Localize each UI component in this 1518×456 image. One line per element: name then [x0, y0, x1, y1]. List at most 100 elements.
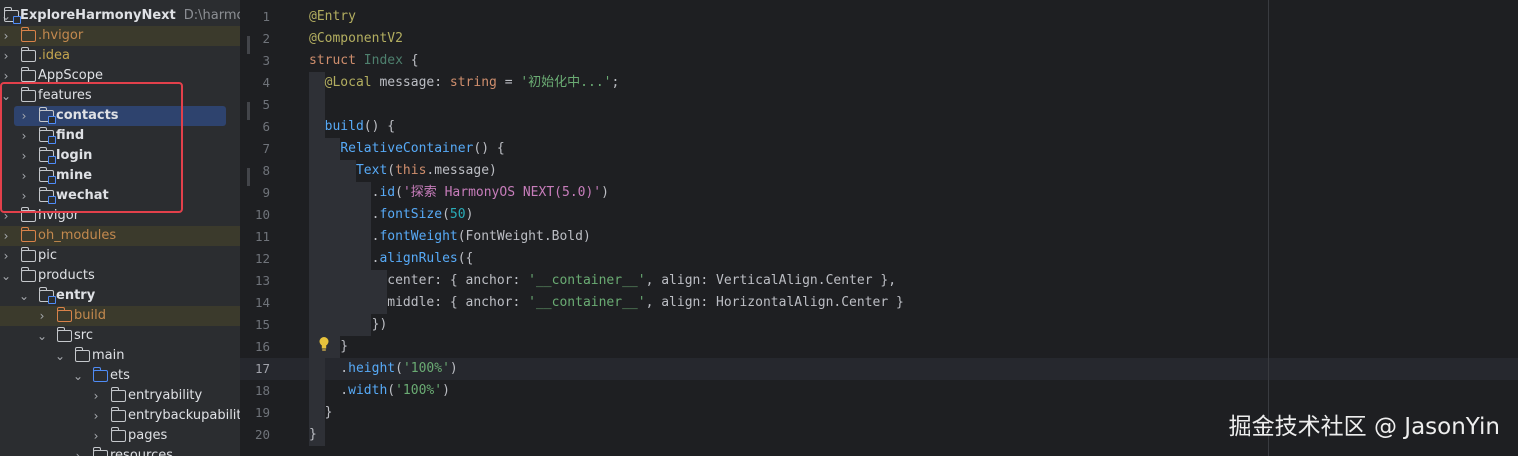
line-number: 19: [254, 405, 270, 420]
line-number: 15: [254, 317, 270, 332]
tree-item-build[interactable]: › build: [0, 306, 240, 326]
code-line[interactable]: @Local message: string = '初始化中...';: [309, 72, 620, 94]
code-token: () {: [473, 141, 505, 156]
chevron-right-icon[interactable]: ›: [0, 246, 12, 266]
code-line[interactable]: struct Index {: [309, 50, 419, 72]
folder-icon: [92, 367, 108, 382]
tree-item-oh-modules[interactable]: › oh_modules: [0, 226, 240, 246]
code-token: this: [395, 163, 427, 178]
folder-icon: [110, 387, 126, 402]
code-token: () {: [363, 119, 396, 134]
project-tree[interactable]: ⌄ ExploreHarmonyNext D:\harmonyO › .hvigor…: [0, 0, 240, 456]
chevron-right-icon[interactable]: ›: [36, 306, 48, 326]
code-line[interactable]: .height('100%'): [309, 358, 457, 380]
tree-item-entryability[interactable]: › entryability: [0, 386, 240, 406]
code-token: '__container__': [528, 295, 646, 310]
line-number: 14: [254, 295, 270, 310]
code-line[interactable]: Text(this.message): [309, 160, 497, 182]
code-token: '100%': [402, 361, 450, 376]
lightbulb-icon[interactable]: [318, 336, 330, 352]
tree-item-src[interactable]: ⌄ src: [0, 326, 240, 346]
code-token: .: [309, 251, 380, 266]
code-token: (: [387, 383, 396, 398]
watermark: 掘金技术社区 @ JasonYin: [1228, 414, 1500, 440]
code-token: Text: [355, 163, 388, 178]
tree-item-resources[interactable]: › resources: [0, 446, 240, 456]
tree-item-pages[interactable]: › pages: [0, 426, 240, 446]
code-line[interactable]: build() {: [309, 116, 395, 138]
code-line[interactable]: }: [309, 424, 317, 446]
line-number: 2: [262, 31, 270, 46]
tree-item-label: resources: [110, 448, 174, 456]
line-number: 7: [262, 141, 270, 156]
line-number: 6: [262, 119, 270, 134]
code-token: @ComponentV2: [309, 31, 403, 46]
line-number: 10: [254, 207, 270, 222]
project-path: D:\harmonyO: [183, 8, 240, 23]
folder-icon: [56, 327, 72, 342]
code-token: '探索 HarmonyOS NEXT(5.0)': [402, 185, 602, 200]
code-line[interactable]: .alignRules({: [309, 248, 474, 270]
line-number: 13: [254, 273, 270, 288]
code-line[interactable]: middle: { anchor: '__container__', align…: [309, 292, 904, 314]
tree-item-idea[interactable]: › .idea: [0, 46, 240, 66]
code-line[interactable]: .fontSize(50): [309, 204, 474, 226]
code-token: center: { anchor:: [309, 273, 529, 288]
line-number: 4: [262, 75, 270, 90]
code-token: string: [449, 75, 497, 90]
tree-item-products[interactable]: ⌄ products: [0, 266, 240, 286]
code-line[interactable]: @Entry: [309, 6, 356, 28]
chevron-right-icon[interactable]: ›: [0, 26, 12, 46]
chevron-right-icon[interactable]: ›: [0, 46, 12, 66]
project-root[interactable]: ⌄ ExploreHarmonyNextD:\harmonyO: [0, 6, 240, 26]
chevron-right-icon[interactable]: ›: [72, 446, 84, 456]
chevron-right-icon[interactable]: ›: [0, 226, 12, 246]
tree-item-entry[interactable]: ⌄ entry: [0, 286, 240, 306]
chevron-down-icon[interactable]: ⌄: [0, 266, 12, 286]
code-line[interactable]: }): [309, 314, 388, 336]
chevron-down-icon[interactable]: ⌄: [18, 286, 30, 306]
code-token: =: [496, 75, 521, 90]
code-token: @Entry: [309, 9, 356, 24]
code-token: '100%': [395, 383, 443, 398]
code-token: .: [309, 229, 380, 244]
tree-item-pic[interactable]: › pic: [0, 246, 240, 266]
code-line[interactable]: .fontWeight(FontWeight.Bold): [309, 226, 591, 248]
chevron-down-icon[interactable]: ⌄: [36, 326, 48, 346]
code-token: height: [348, 361, 396, 376]
code-token: ): [601, 185, 609, 200]
code-token: .: [309, 383, 349, 398]
tree-item-entrybackupability[interactable]: › entrybackupability: [0, 406, 240, 426]
chevron-right-icon[interactable]: ›: [90, 406, 102, 426]
folder-icon: [56, 307, 72, 322]
code-line[interactable]: }: [309, 402, 333, 424]
code-line[interactable]: @ComponentV2: [309, 28, 403, 50]
folder-icon: [74, 347, 90, 362]
code-line[interactable]: .id('探索 HarmonyOS NEXT(5.0)'): [309, 182, 609, 204]
chevron-down-icon[interactable]: ⌄: [72, 366, 84, 386]
chevron-right-icon[interactable]: ›: [90, 386, 102, 406]
code-token: (FontWeight.Bold): [457, 229, 591, 244]
tree-item-ets[interactable]: ⌄ ets: [0, 366, 240, 386]
fold-marker[interactable]: [247, 36, 250, 54]
chevron-down-icon[interactable]: ⌄: [54, 346, 66, 366]
tree-item-label: .idea: [38, 48, 70, 63]
code-editor[interactable]: 1 2 3 4 5 6 7 8 9 10 11 12 13 14 15 16 17 18 19 20 @Entry @C…: [240, 0, 1518, 456]
line-number: 16: [254, 339, 270, 354]
code-line[interactable]: center: { anchor: '__container__', align…: [309, 270, 896, 292]
chevron-right-icon[interactable]: ›: [90, 426, 102, 446]
code-line[interactable]: RelativeContainer() {: [309, 138, 505, 160]
tree-item-hvigor[interactable]: › .hvigor: [0, 26, 240, 46]
right-margin-guide: [1268, 0, 1269, 456]
tree-item-main[interactable]: ⌄ main: [0, 346, 240, 366]
project-name: ExploreHarmonyNext: [20, 8, 176, 23]
code-line[interactable]: .width('100%'): [309, 380, 450, 402]
fold-marker[interactable]: [247, 102, 250, 120]
code-token: @Local: [324, 75, 380, 90]
code-token: build: [324, 119, 364, 134]
folder-icon: [20, 47, 36, 62]
folder-icon: [92, 447, 108, 456]
fold-marker[interactable]: [247, 168, 250, 186]
